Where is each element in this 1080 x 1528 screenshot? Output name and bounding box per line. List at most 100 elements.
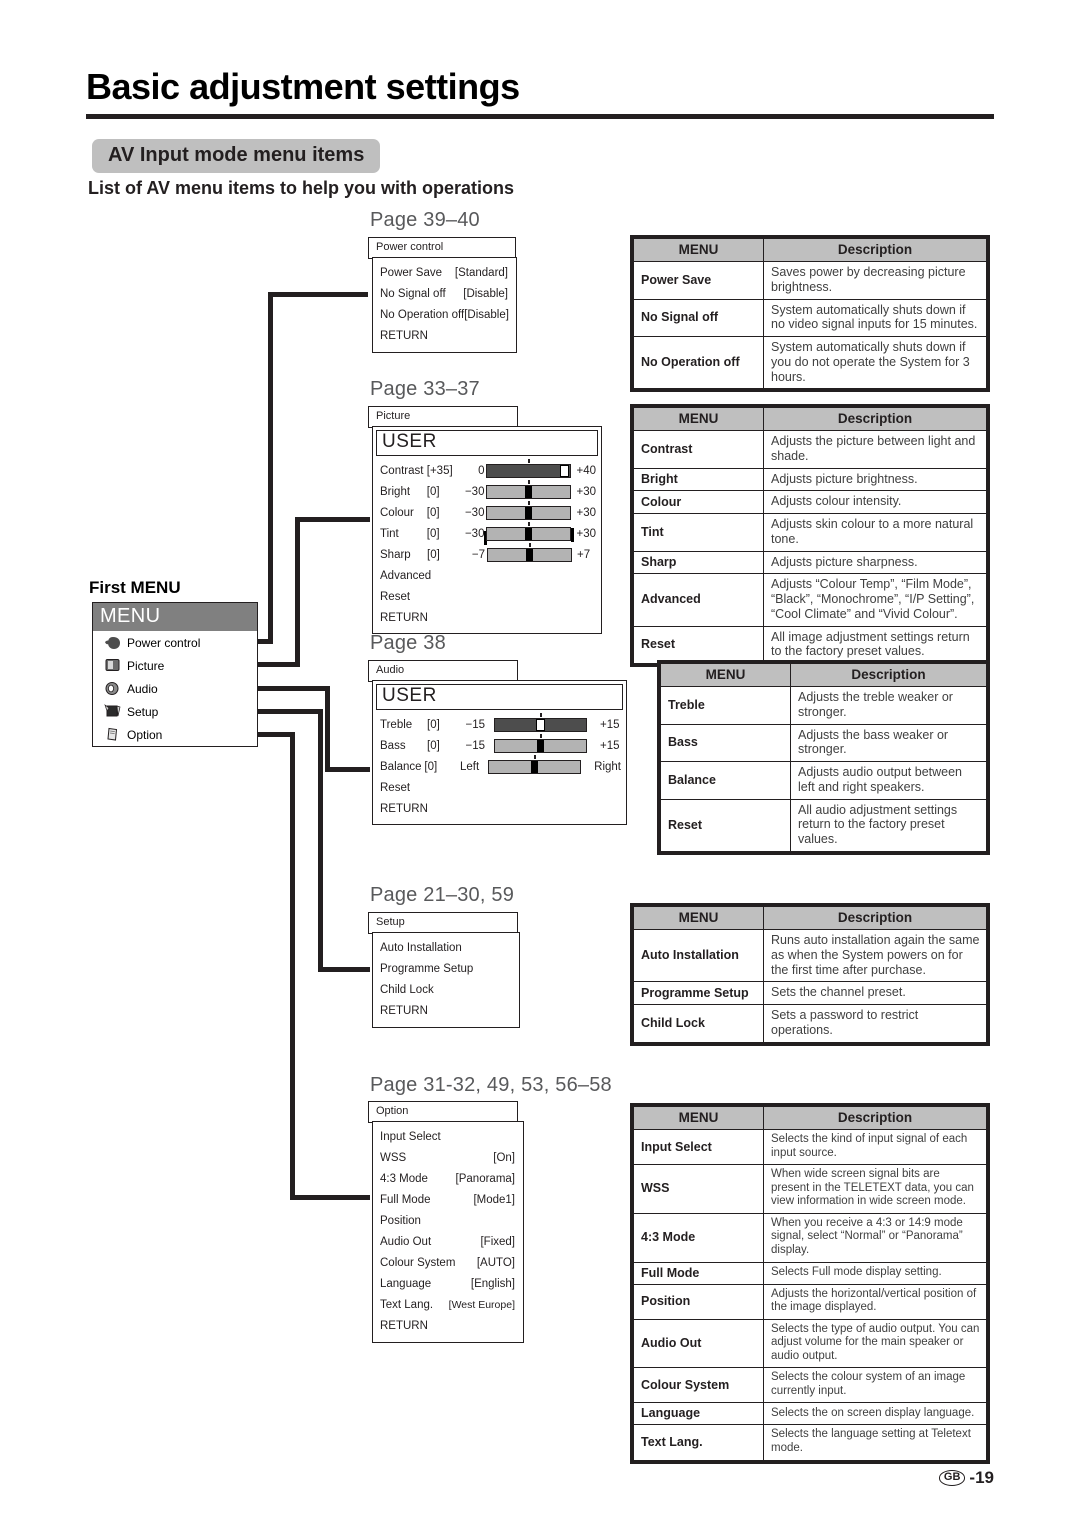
slider-row-colour[interactable]: Colour [0] −30 +30 [373, 500, 601, 523]
cell-menu: Auto Installation [633, 928, 764, 983]
table-row: Input Select Selects the kind of input si… [633, 1128, 987, 1166]
slider-row-sharp[interactable]: Sharp [0] −7 +7 [373, 542, 601, 565]
slider-tick [527, 521, 530, 526]
slider-knob[interactable] [525, 527, 533, 540]
osd-row[interactable]: 4:3 Mode [Panorama] [373, 1168, 523, 1189]
osd-row-value: [Disable] [464, 308, 509, 321]
cell-menu: Advanced [633, 573, 764, 627]
osd-row-return[interactable]: RETURN [373, 325, 516, 346]
cell-menu: Bright [633, 467, 764, 492]
slider-row-tint[interactable]: Tint [0] −30 +30 [373, 521, 601, 545]
slider-row-bright[interactable]: Bright [0] −30 +30 [373, 479, 601, 502]
osd-row[interactable]: Power Save [Standard] [373, 262, 516, 283]
slider-knob[interactable] [531, 760, 539, 773]
slider-knob[interactable] [536, 718, 545, 731]
osd-row-label: Reset [380, 781, 411, 794]
slider-bar[interactable] [486, 500, 572, 520]
slider-knob[interactable] [560, 464, 570, 477]
menu-item-label: Audio [127, 681, 158, 696]
slider-min: −30 [458, 528, 488, 545]
slider-max: +30 [576, 485, 596, 498]
osd-row-reset[interactable]: Reset [373, 777, 626, 798]
osd-row[interactable]: Colour System [AUTO] [373, 1252, 523, 1273]
slider-tick [539, 733, 542, 738]
slider-bar[interactable] [494, 712, 587, 732]
osd-row-label: Advanced [380, 569, 432, 582]
slider-bar[interactable] [486, 479, 572, 499]
slider-bar[interactable] [488, 754, 582, 774]
slider-row-bass[interactable]: Bass [0] −15 +15 [373, 733, 626, 756]
cell-menu: Input Select [633, 1128, 764, 1166]
desc-table-option: MENU Description Input Select Selects the… [630, 1103, 990, 1464]
menu-item-option[interactable]: Option [93, 723, 257, 746]
osd-row[interactable]: Auto Installation [373, 937, 519, 958]
slider-bar[interactable] [487, 542, 572, 562]
connector-audio-v [325, 686, 330, 772]
slider-knob[interactable] [526, 548, 533, 561]
osd-row[interactable]: No Signal off [Disable] [373, 283, 516, 304]
osd-row[interactable]: Audio Out [Fixed] [373, 1231, 523, 1252]
osd-row-advanced[interactable]: Advanced [373, 565, 601, 586]
osd-row-value: [English] [470, 1277, 515, 1290]
cell-menu: Child Lock [633, 1004, 764, 1043]
osd-row[interactable]: Child Lock [373, 979, 519, 1000]
slider-bar[interactable] [494, 733, 587, 753]
osd-row-return[interactable]: RETURN [373, 1000, 519, 1021]
connector-picture-v [295, 517, 300, 667]
cell-menu: No Signal off [633, 298, 764, 337]
cell-menu: Colour [633, 490, 764, 514]
osd-row-return[interactable]: RETURN [373, 798, 626, 819]
table-row: Reset All audio adjustment settings retur… [660, 798, 987, 852]
slider-row-balance[interactable]: Balance [0] Left Right [373, 754, 626, 777]
osd-row[interactable]: Text Lang. [West Europe] [373, 1294, 523, 1315]
slider-knob[interactable] [525, 485, 533, 498]
osd-row-return[interactable]: RETURN [373, 607, 601, 628]
slider-tick [527, 500, 530, 505]
osd-row-return[interactable]: RETURN [373, 1315, 523, 1336]
osd-row[interactable]: No Operation off [Disable] [373, 304, 516, 325]
menu-item-picture[interactable]: Picture [93, 654, 257, 677]
osd-row-label: Child Lock [380, 983, 434, 996]
slider-bar[interactable] [486, 458, 572, 478]
cell-description: System automatically shuts down if you d… [763, 335, 987, 390]
cell-description: Adjusts skin colour to a more natural to… [763, 513, 987, 552]
slider-max: +7 [577, 548, 591, 561]
osd-row-reset[interactable]: Reset [373, 586, 601, 607]
osd-row-label: RETURN [380, 1319, 428, 1332]
osd-row[interactable]: Position [373, 1210, 523, 1231]
osd-row-label: RETURN [380, 611, 428, 624]
cell-description: Selects the type of audio output. You ca… [763, 1318, 987, 1369]
osd-row-value: [Standard] [454, 266, 508, 279]
osd-row[interactable]: Full Mode [Mode1] [373, 1189, 523, 1210]
slider-row-treble[interactable]: Treble [0] −15 +15 [373, 712, 626, 735]
slider-knob[interactable] [537, 739, 544, 752]
menu-item-setup[interactable]: Setup [93, 700, 257, 723]
osd-row[interactable]: Input Select [373, 1126, 523, 1147]
osd-row-value: [Mode1] [473, 1193, 515, 1206]
menu-item-label: Setup [127, 704, 159, 719]
osd-row[interactable]: Programme Setup [373, 958, 519, 979]
slider-knob[interactable] [525, 506, 533, 519]
cell-menu: Reset [660, 798, 791, 852]
slider-bar[interactable] [486, 521, 572, 541]
cell-description: Adjusts audio output between left and ri… [790, 761, 987, 800]
table-row: Advanced Adjusts “Colour Temp”, “Film Mod… [633, 573, 987, 627]
slider-value: [0] [426, 485, 440, 498]
cell-description: Selects the kind of input signal of each… [763, 1128, 987, 1166]
osd-row[interactable]: Language [English] [373, 1273, 523, 1294]
monitor-icon [99, 658, 125, 673]
cell-description: Runs auto installation again the same as… [763, 928, 987, 983]
osd-row[interactable]: WSS [On] [373, 1147, 523, 1168]
menu-item-power-control[interactable]: Power control [93, 631, 257, 654]
slider-row-contrast[interactable]: Contrast [+35] 0 +40 [373, 458, 601, 481]
menu-item-audio[interactable]: Audio [93, 677, 257, 700]
col-header-menu: MENU [633, 407, 764, 431]
page-ref-setup: Page 21–30, 59 [370, 884, 515, 906]
connector-option [290, 1195, 370, 1200]
table-row: Sharp Adjusts picture sharpness. [633, 550, 987, 575]
cell-description: Adjusts colour intensity. [763, 490, 987, 514]
osd-row-value: [West Europe] [448, 1298, 515, 1311]
first-menu-label: First MENU [89, 578, 181, 597]
menu-item-label: Power control [127, 635, 201, 650]
col-header-menu: MENU [633, 906, 764, 930]
